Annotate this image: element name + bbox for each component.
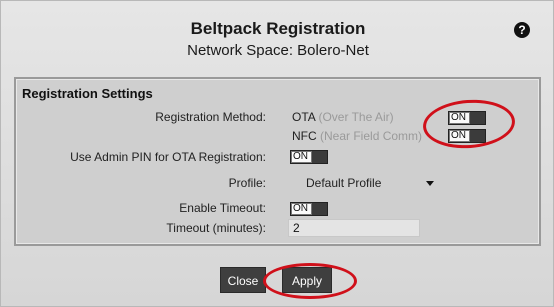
- registration-settings-panel: Registration Settings Registration Metho…: [14, 77, 541, 246]
- panel-title: Registration Settings: [22, 86, 153, 101]
- apply-button[interactable]: Apply: [282, 267, 332, 293]
- chevron-down-icon: [426, 181, 434, 186]
- profile-select[interactable]: Default Profile: [292, 173, 442, 193]
- nfc-hint: (Near Field Comm): [320, 129, 423, 143]
- ota-toggle[interactable]: ON: [448, 111, 486, 125]
- admin-pin-toggle[interactable]: ON: [290, 150, 328, 164]
- profile-value: Default Profile: [306, 176, 382, 190]
- help-icon[interactable]: ?: [514, 22, 530, 38]
- nfc-name: NFC: [292, 129, 317, 143]
- ota-toggle-label: ON: [449, 112, 470, 124]
- dialog-subtitle: Network Space: Bolero-Net: [187, 42, 369, 59]
- dialog-title: Beltpack Registration: [190, 19, 366, 38]
- ota-hint: (Over The Air): [318, 110, 394, 124]
- nfc-toggle-label: ON: [449, 130, 470, 142]
- beltpack-registration-dialog: Beltpack Registration Network Space: Bol…: [0, 0, 554, 307]
- admin-pin-toggle-label: ON: [291, 151, 312, 163]
- timeout-minutes-input[interactable]: 2: [288, 219, 420, 237]
- enable-timeout-toggle[interactable]: ON: [290, 202, 328, 216]
- nfc-toggle[interactable]: ON: [448, 129, 486, 143]
- registration-method-label: Registration Method:: [155, 110, 266, 124]
- timeout-minutes-label: Timeout (minutes):: [166, 221, 266, 235]
- admin-pin-label: Use Admin PIN for OTA Registration:: [70, 150, 266, 164]
- profile-label: Profile:: [228, 176, 266, 190]
- nfc-option-label: NFC (Near Field Comm): [292, 129, 422, 143]
- enable-timeout-toggle-label: ON: [291, 203, 312, 215]
- ota-name: OTA: [292, 110, 316, 124]
- enable-timeout-label: Enable Timeout:: [179, 201, 266, 215]
- close-button[interactable]: Close: [220, 267, 266, 293]
- ota-option-label: OTA (Over The Air): [292, 110, 394, 124]
